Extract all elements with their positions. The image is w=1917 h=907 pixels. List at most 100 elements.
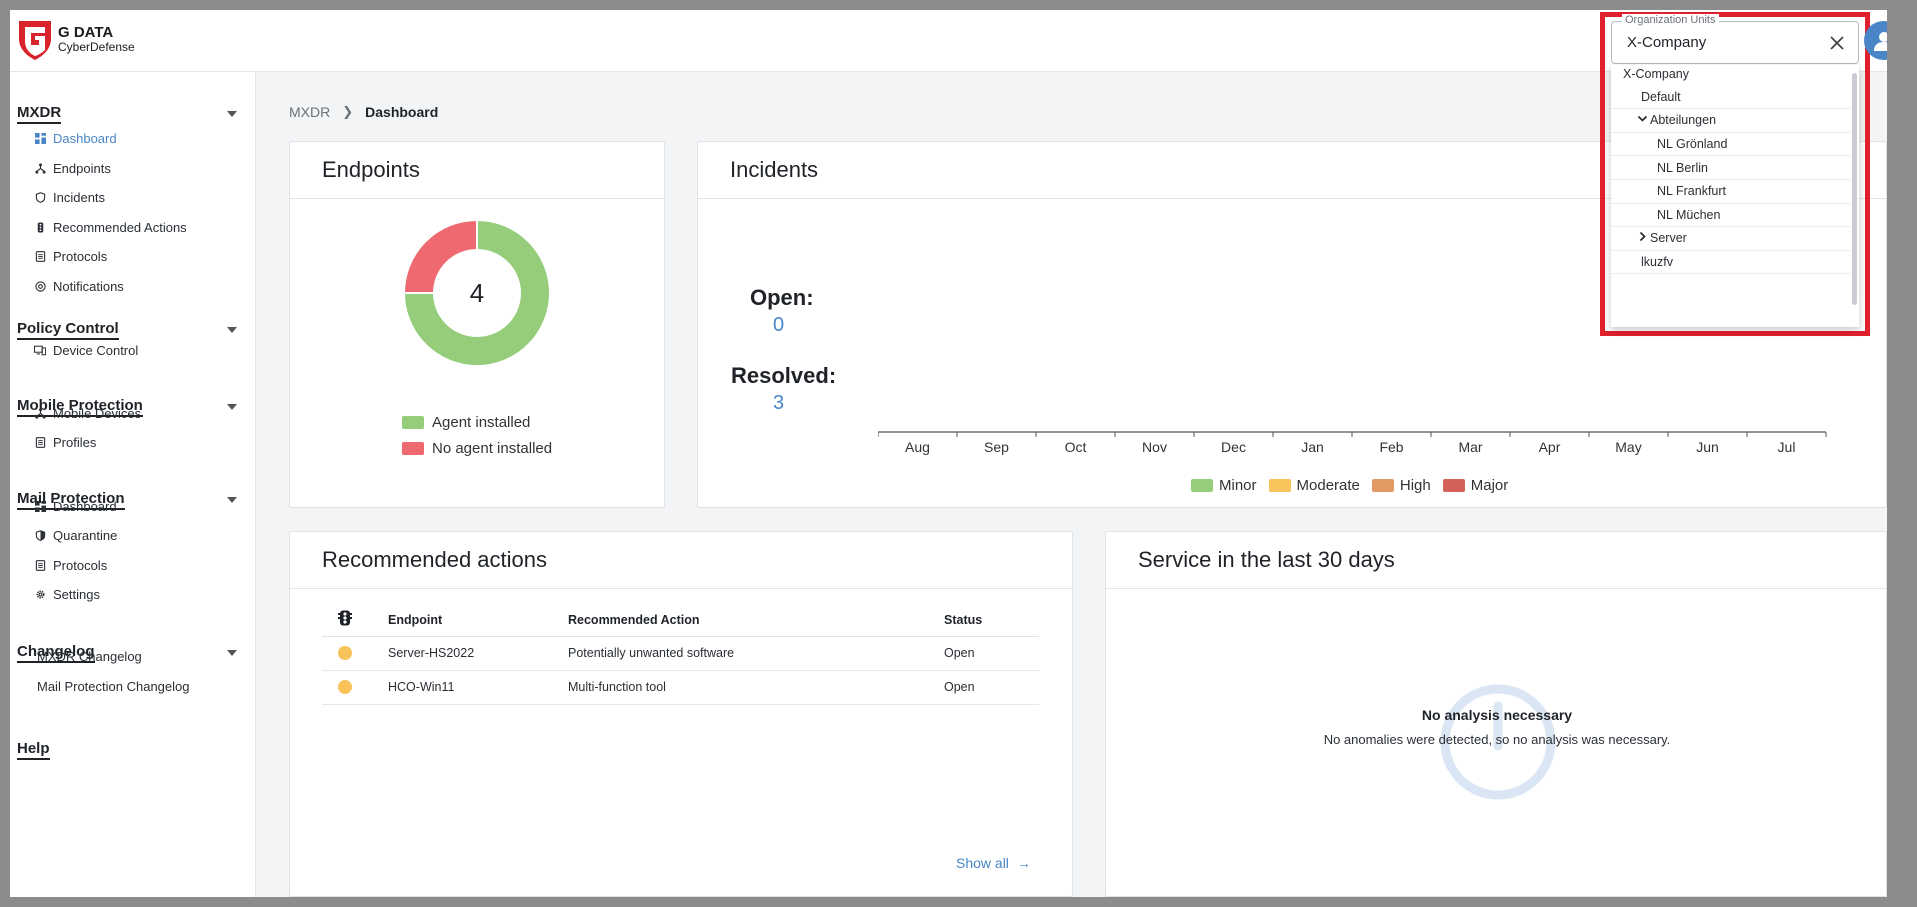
service-text: No anomalies were detected, so no analys… bbox=[1323, 732, 1671, 747]
caret-down-icon[interactable] bbox=[227, 650, 237, 656]
cell-action: Potentially unwanted software bbox=[568, 636, 944, 671]
legend-swatch bbox=[1371, 479, 1394, 492]
org-unit-option[interactable]: lkuzfv bbox=[1611, 251, 1851, 275]
service-title: Service in the last 30 days bbox=[1106, 532, 1886, 589]
sidebar-item-label: Endpoints bbox=[53, 160, 111, 176]
service-card: Service in the last 30 days No analysis … bbox=[1105, 531, 1887, 897]
caret-down-icon[interactable] bbox=[227, 327, 237, 333]
recommended-actions-card: Recommended actions Endpoint Recommended… bbox=[289, 531, 1073, 897]
sidebar-item-dashboard[interactable]: Dashboard bbox=[34, 494, 117, 518]
chevron-right-icon[interactable] bbox=[1637, 231, 1648, 245]
timeline-month-label: Jun bbox=[1696, 439, 1719, 455]
org-units-dropdown: X-Company Default Abteilungen NL Grönland NL… bbox=[1611, 65, 1859, 327]
sidebar-item-label: Mail Protection Changelog bbox=[37, 678, 190, 694]
sidebar-item-settings[interactable]: Settings bbox=[34, 582, 100, 606]
sidebar-item-label: MXDR Changelog bbox=[37, 648, 142, 664]
sidebar-item-quarantine[interactable]: Quarantine bbox=[34, 523, 117, 547]
org-unit-option[interactable]: Server bbox=[1611, 227, 1851, 251]
chevron-right-icon: ❯ bbox=[342, 104, 354, 119]
org-unit-option[interactable]: Abteilungen bbox=[1611, 109, 1851, 133]
user-icon bbox=[1873, 31, 1887, 51]
dropdown-scrollbar[interactable] bbox=[1852, 73, 1857, 305]
resolved-label: Resolved: bbox=[731, 363, 837, 388]
sidebar-item-mxdr-changelog[interactable]: MXDR Changelog bbox=[37, 644, 142, 668]
incidents-legend-item[interactable]: Minor bbox=[1191, 477, 1257, 494]
cell-status: Open bbox=[944, 636, 1039, 671]
at-sign-icon bbox=[34, 280, 46, 292]
severity-cell bbox=[322, 636, 388, 671]
sidebar-item-dashboard[interactable]: Dashboard bbox=[34, 126, 117, 150]
brand-logo[interactable]: G DATA CyberDefense bbox=[17, 19, 135, 61]
legend-label: Major bbox=[1470, 477, 1509, 494]
open-value[interactable]: 0 bbox=[773, 314, 784, 337]
org-unit-option[interactable]: Default bbox=[1611, 86, 1851, 110]
timeline-month-label: Aug bbox=[905, 439, 930, 455]
incidents-timeline-axis: Aug Sep Oct Nov Dec Jan Feb Mar Apr May Jun Jul bbox=[878, 431, 1827, 455]
sidebar-item-recommended-actions[interactable]: Recommended Actions bbox=[34, 215, 187, 239]
sidebar-item-protocols[interactable]: Protocols bbox=[34, 244, 107, 268]
legend-label: High bbox=[1399, 477, 1431, 494]
column-header-action[interactable]: Recommended Action bbox=[568, 604, 944, 637]
sidebar-section-mxdr[interactable]: MXDR bbox=[17, 104, 237, 126]
sidebar-item-device-control[interactable]: Device Control bbox=[34, 338, 138, 362]
timeline-month-label: Jan bbox=[1301, 439, 1324, 455]
close-icon[interactable] bbox=[1828, 34, 1846, 52]
org-unit-label: NL Grönland bbox=[1657, 137, 1728, 152]
table-header-row: Endpoint Recommended Action Status bbox=[322, 604, 1039, 637]
org-unit-option[interactable]: NL Müchen bbox=[1611, 204, 1851, 228]
show-all-link[interactable]: Show all → bbox=[956, 855, 1031, 871]
breadcrumb-root[interactable]: MXDR bbox=[289, 104, 330, 120]
donut-slice-no-agent[interactable] bbox=[402, 218, 478, 294]
endpoints-donut-chart: 4 bbox=[402, 218, 551, 367]
sidebar-item-label: Profiles bbox=[53, 434, 97, 450]
org-units-field[interactable]: Organization Units X-Company bbox=[1611, 14, 1859, 64]
sidebar-item-mobile-devices[interactable]: Mobile Devices bbox=[34, 401, 141, 425]
timeline-month-label: Dec bbox=[1221, 439, 1246, 455]
legend-label: Agent installed bbox=[432, 414, 531, 431]
incidents-legend-item[interactable]: High bbox=[1371, 477, 1431, 494]
sidebar-item-endpoints[interactable]: Endpoints bbox=[34, 156, 111, 180]
org-unit-option[interactable]: NL Frankfurt bbox=[1611, 180, 1851, 204]
org-unit-option[interactable]: NL Grönland bbox=[1611, 133, 1851, 157]
breadcrumb-current: Dashboard bbox=[365, 104, 439, 120]
table-row[interactable]: HCO-Win11 Multi-function tool Open bbox=[322, 670, 1039, 705]
timeline-month-label: Mar bbox=[1458, 439, 1482, 455]
org-units-label: Organization Units bbox=[1622, 14, 1719, 26]
sidebar-item-mail-protection-changelog[interactable]: Mail Protection Changelog bbox=[37, 674, 189, 698]
caret-down-icon[interactable] bbox=[227, 404, 237, 410]
timeline-month-label: Sep bbox=[984, 439, 1009, 455]
sidebar-section-help[interactable]: Help bbox=[17, 740, 237, 762]
document-icon bbox=[34, 559, 46, 571]
org-unit-label: Server bbox=[1650, 231, 1687, 246]
severity-cell bbox=[322, 670, 388, 705]
recommended-actions-table: Endpoint Recommended Action Status Serve… bbox=[322, 604, 1039, 705]
column-header-status[interactable]: Status bbox=[944, 604, 1039, 637]
document-icon bbox=[34, 436, 46, 448]
sidebar-item-protocols[interactable]: Protocols bbox=[34, 553, 107, 577]
incidents-legend-item[interactable]: Major bbox=[1442, 477, 1509, 494]
org-units-value[interactable]: X-Company bbox=[1627, 34, 1706, 51]
timeline-month-label: Jul bbox=[1778, 439, 1796, 455]
sidebar-item-label: Mobile Devices bbox=[53, 405, 142, 421]
timeline-month-label: May bbox=[1615, 439, 1641, 455]
column-header-endpoint[interactable]: Endpoint bbox=[388, 604, 568, 637]
sidebar-item-label: Incidents bbox=[53, 189, 106, 205]
legend-label: No agent installed bbox=[432, 440, 553, 457]
chevron-down-icon[interactable] bbox=[1637, 113, 1648, 127]
resolved-value[interactable]: 3 bbox=[773, 392, 784, 415]
table-row[interactable]: Server-HS2022 Potentially unwanted softwa… bbox=[322, 636, 1039, 671]
sidebar-item-notifications[interactable]: Notifications bbox=[34, 274, 124, 298]
sidebar-item-profiles[interactable]: Profiles bbox=[34, 430, 96, 454]
cell-status: Open bbox=[944, 670, 1039, 705]
incidents-legend-item[interactable]: Moderate bbox=[1268, 477, 1360, 494]
legend-swatch-agent bbox=[402, 416, 424, 429]
caret-down-icon[interactable] bbox=[227, 497, 237, 503]
sidebar-item-incidents[interactable]: Incidents bbox=[34, 185, 105, 209]
sidebar-section-title: Policy Control bbox=[17, 320, 119, 340]
caret-down-icon[interactable] bbox=[227, 111, 237, 117]
org-unit-label: Abteilungen bbox=[1650, 113, 1717, 128]
org-unit-option[interactable]: X-Company bbox=[1611, 65, 1851, 86]
timeline-month-label: Nov bbox=[1142, 439, 1167, 455]
org-unit-option[interactable]: NL Berlin bbox=[1611, 156, 1851, 180]
show-all-label: Show all bbox=[956, 855, 1009, 871]
